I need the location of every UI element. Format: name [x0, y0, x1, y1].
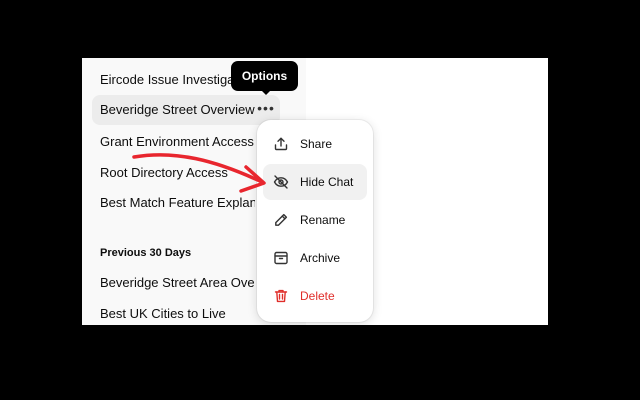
section-header-previous-30-days: Previous 30 Days	[100, 247, 192, 259]
archive-icon	[273, 250, 289, 266]
menu-item-label: Share	[300, 137, 333, 151]
chat-item-root-directory[interactable]: Root Directory Access	[92, 158, 280, 188]
chat-item-label: Root Directory Access	[100, 165, 228, 180]
chat-item-best-uk-cities[interactable]: Best UK Cities to Live	[92, 299, 280, 325]
menu-item-label: Delete	[300, 289, 335, 303]
chat-item-grant-environment[interactable]: Grant Environment Access	[92, 127, 280, 157]
menu-item-hide-chat[interactable]: Hide Chat	[263, 164, 367, 200]
chat-item-label: Beveridge Street Area Overview	[100, 275, 255, 290]
menu-item-label: Hide Chat	[300, 175, 354, 189]
menu-item-rename[interactable]: Rename	[263, 202, 367, 238]
chat-item-beveridge-street-overview[interactable]: Beveridge Street Overview •••	[92, 95, 280, 125]
chat-options-menu: Share Hide Chat Rename Archive Delete	[257, 120, 373, 322]
chat-item-beveridge-street-area[interactable]: Beveridge Street Area Overview	[92, 268, 280, 298]
menu-item-delete[interactable]: Delete	[263, 278, 367, 314]
share-icon	[273, 136, 289, 152]
chat-item-best-match[interactable]: Best Match Feature Explanation	[92, 188, 280, 218]
trash-icon	[273, 288, 289, 304]
eye-off-icon	[273, 174, 289, 190]
menu-item-label: Rename	[300, 213, 346, 227]
chat-item-label: Best UK Cities to Live	[100, 306, 226, 321]
tooltip-pointer	[260, 89, 272, 95]
more-options-icon[interactable]: •••	[256, 101, 276, 118]
menu-item-label: Archive	[300, 251, 341, 265]
menu-item-share[interactable]: Share	[263, 126, 367, 162]
menu-item-archive[interactable]: Archive	[263, 240, 367, 276]
options-tooltip: Options	[231, 61, 298, 91]
chat-item-label: Beveridge Street Overview	[100, 102, 255, 117]
chat-item-label: Grant Environment Access	[100, 134, 254, 149]
chat-item-label: Best Match Feature Explanation	[100, 195, 255, 210]
pencil-icon	[273, 212, 289, 228]
